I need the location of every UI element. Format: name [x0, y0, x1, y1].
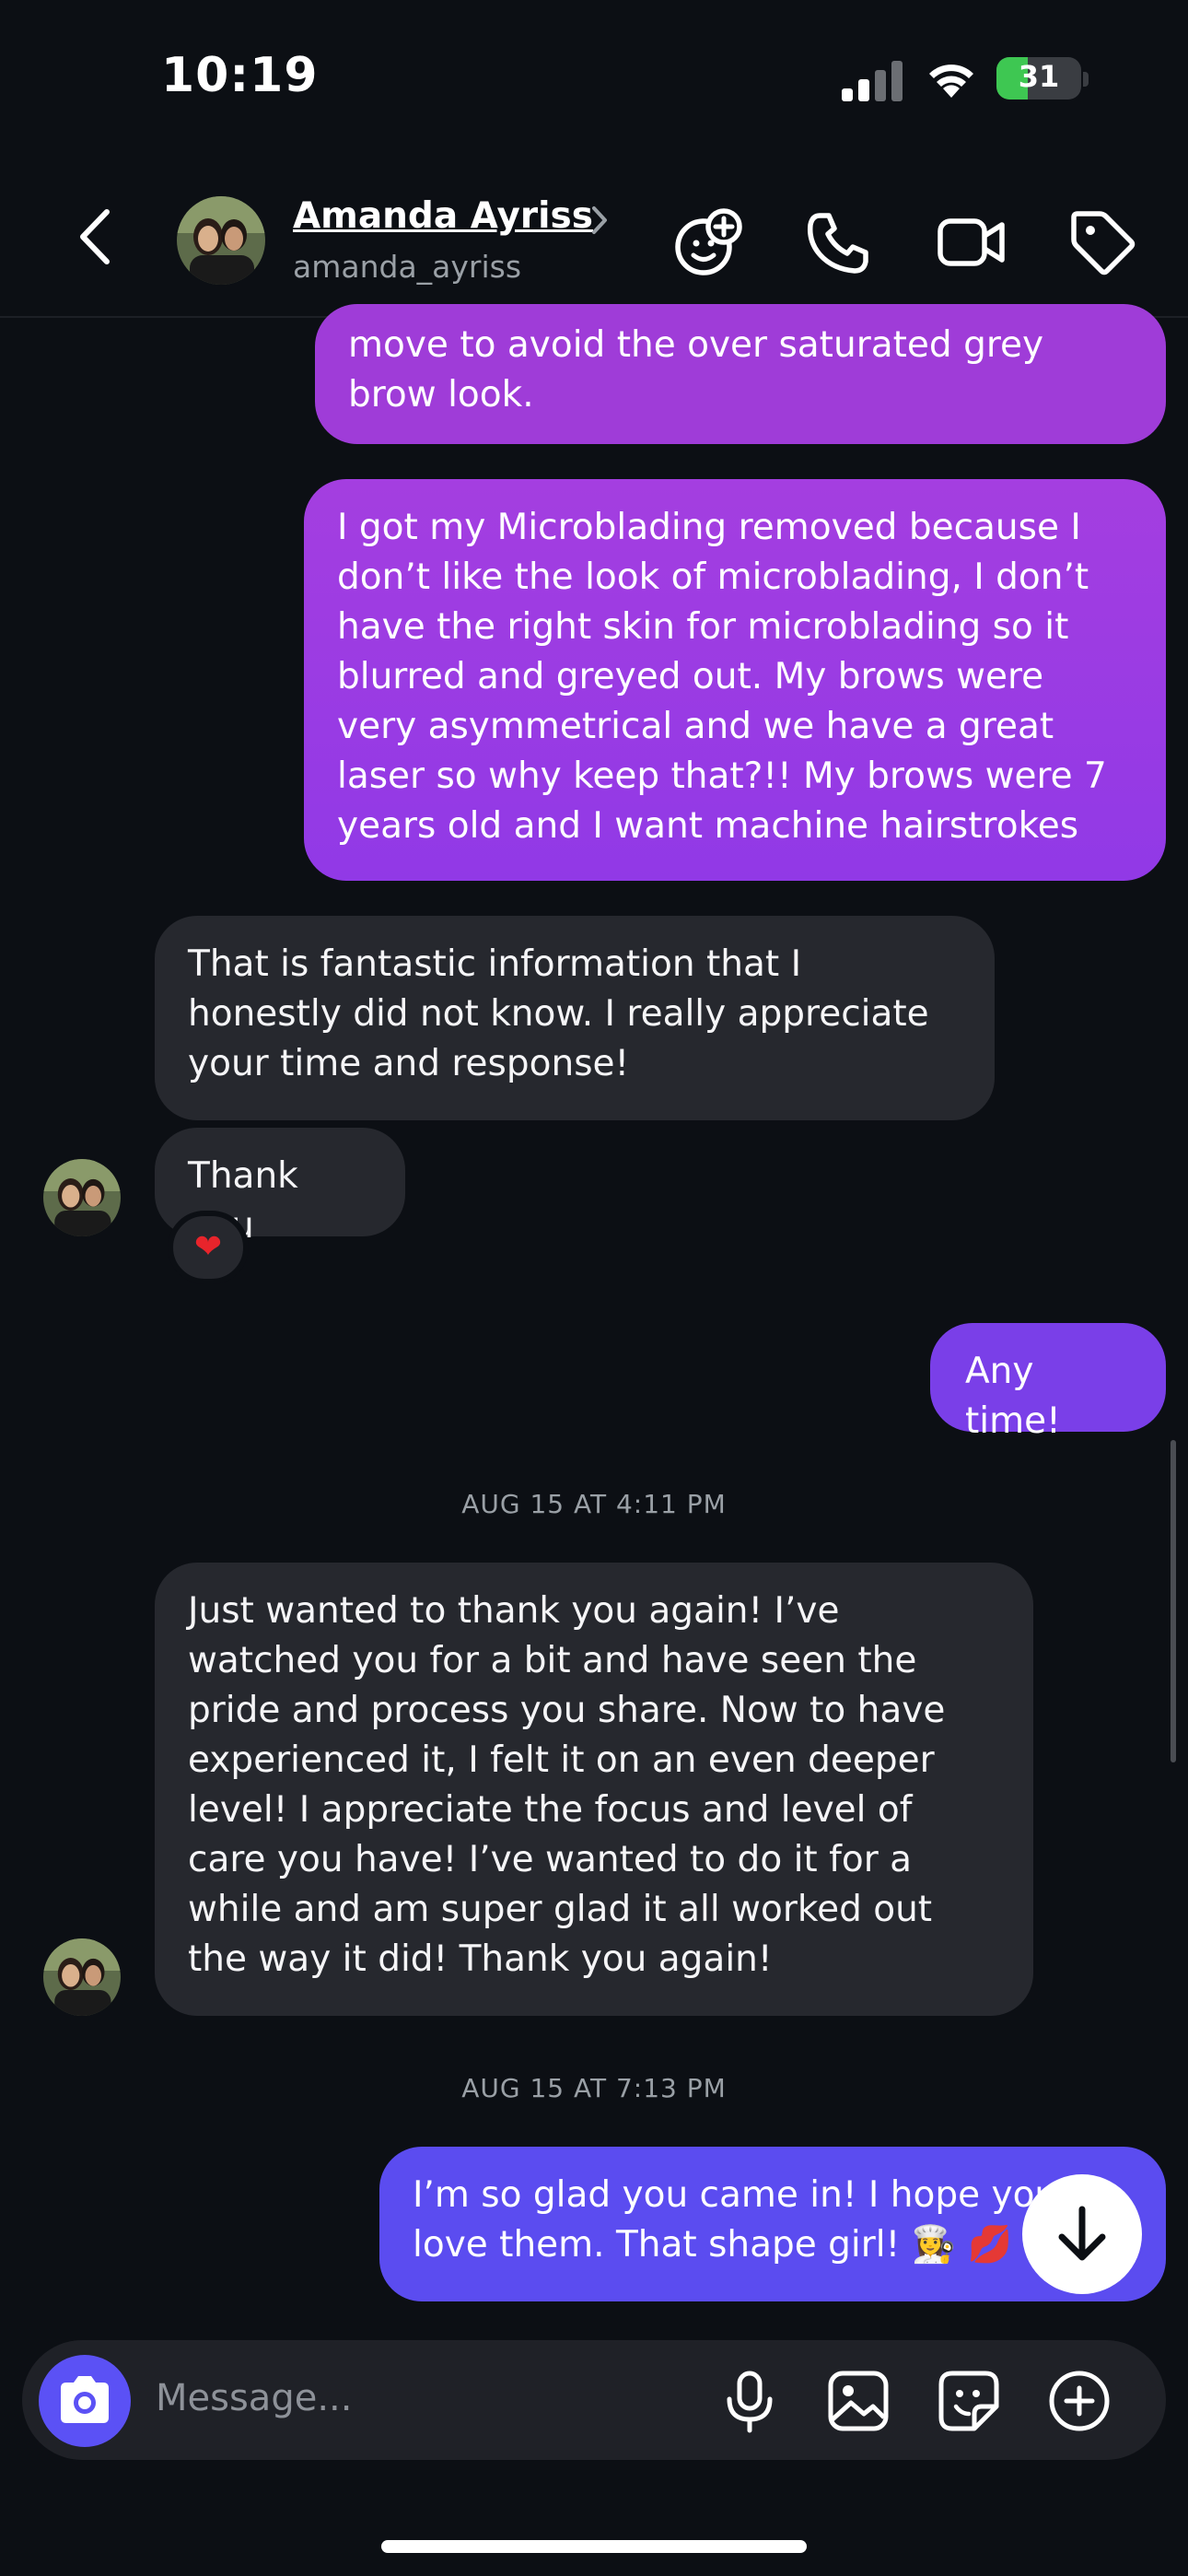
back-chevron-icon[interactable]	[74, 205, 120, 269]
message-received-3[interactable]: Just wanted to thank you again! I’ve wat…	[155, 1563, 1033, 2016]
wifi-icon	[929, 64, 973, 98]
message-sent-2[interactable]: I got my Microblading removed because I …	[304, 479, 1166, 881]
contact-avatar-small[interactable]	[43, 1159, 121, 1236]
avatar-photo-icon	[43, 1159, 121, 1236]
heart-reaction[interactable]: ❤	[168, 1211, 249, 1284]
battery-indicator: 31	[996, 57, 1089, 101]
scrollbar[interactable]	[1171, 1440, 1176, 1762]
microphone-icon[interactable]	[715, 2366, 785, 2436]
timestamp-2: AUG 15 AT 7:13 PM	[461, 2073, 727, 2103]
phone-icon[interactable]	[803, 206, 875, 278]
arrow-down-icon	[1058, 2206, 1106, 2261]
image-gallery-icon[interactable]	[823, 2366, 893, 2436]
chevron-right-icon[interactable]	[589, 205, 610, 236]
avatar-photo-icon	[43, 1938, 121, 2016]
camera-button[interactable]	[39, 2355, 131, 2447]
message-received-1[interactable]: That is fantastic information that I hon…	[155, 916, 995, 1120]
sticker-icon[interactable]	[934, 2366, 1004, 2436]
contact-handle[interactable]: amanda_ayriss	[293, 249, 521, 285]
scroll-to-bottom-button[interactable]	[1022, 2174, 1142, 2294]
status-time: 10:19	[161, 48, 319, 103]
timestamp-1: AUG 15 AT 4:11 PM	[461, 1489, 727, 1519]
message-sent-1[interactable]: move to avoid the over saturated grey br…	[315, 304, 1166, 444]
plus-circle-icon[interactable]	[1044, 2366, 1114, 2436]
face-plus-icon[interactable]	[672, 206, 744, 278]
battery-percent: 31	[1018, 59, 1060, 94]
battery-body: 31	[996, 57, 1081, 100]
video-camera-icon[interactable]	[936, 206, 1007, 278]
message-sent-3[interactable]: Any time!	[930, 1323, 1166, 1442]
contact-name[interactable]: Amanda Ayriss	[293, 195, 593, 237]
battery-cap	[1083, 72, 1089, 87]
avatar-photo-icon	[177, 196, 265, 285]
contact-avatar-small-2[interactable]	[43, 1938, 121, 2016]
camera-icon	[61, 2376, 109, 2423]
tag-icon[interactable]	[1066, 206, 1138, 278]
message-input[interactable]: Message...	[156, 2377, 352, 2419]
cellular-signal-icon	[842, 61, 903, 101]
home-indicator[interactable]	[381, 2540, 807, 2553]
contact-avatar[interactable]	[177, 196, 265, 285]
message-composer: Message...	[22, 2340, 1166, 2460]
